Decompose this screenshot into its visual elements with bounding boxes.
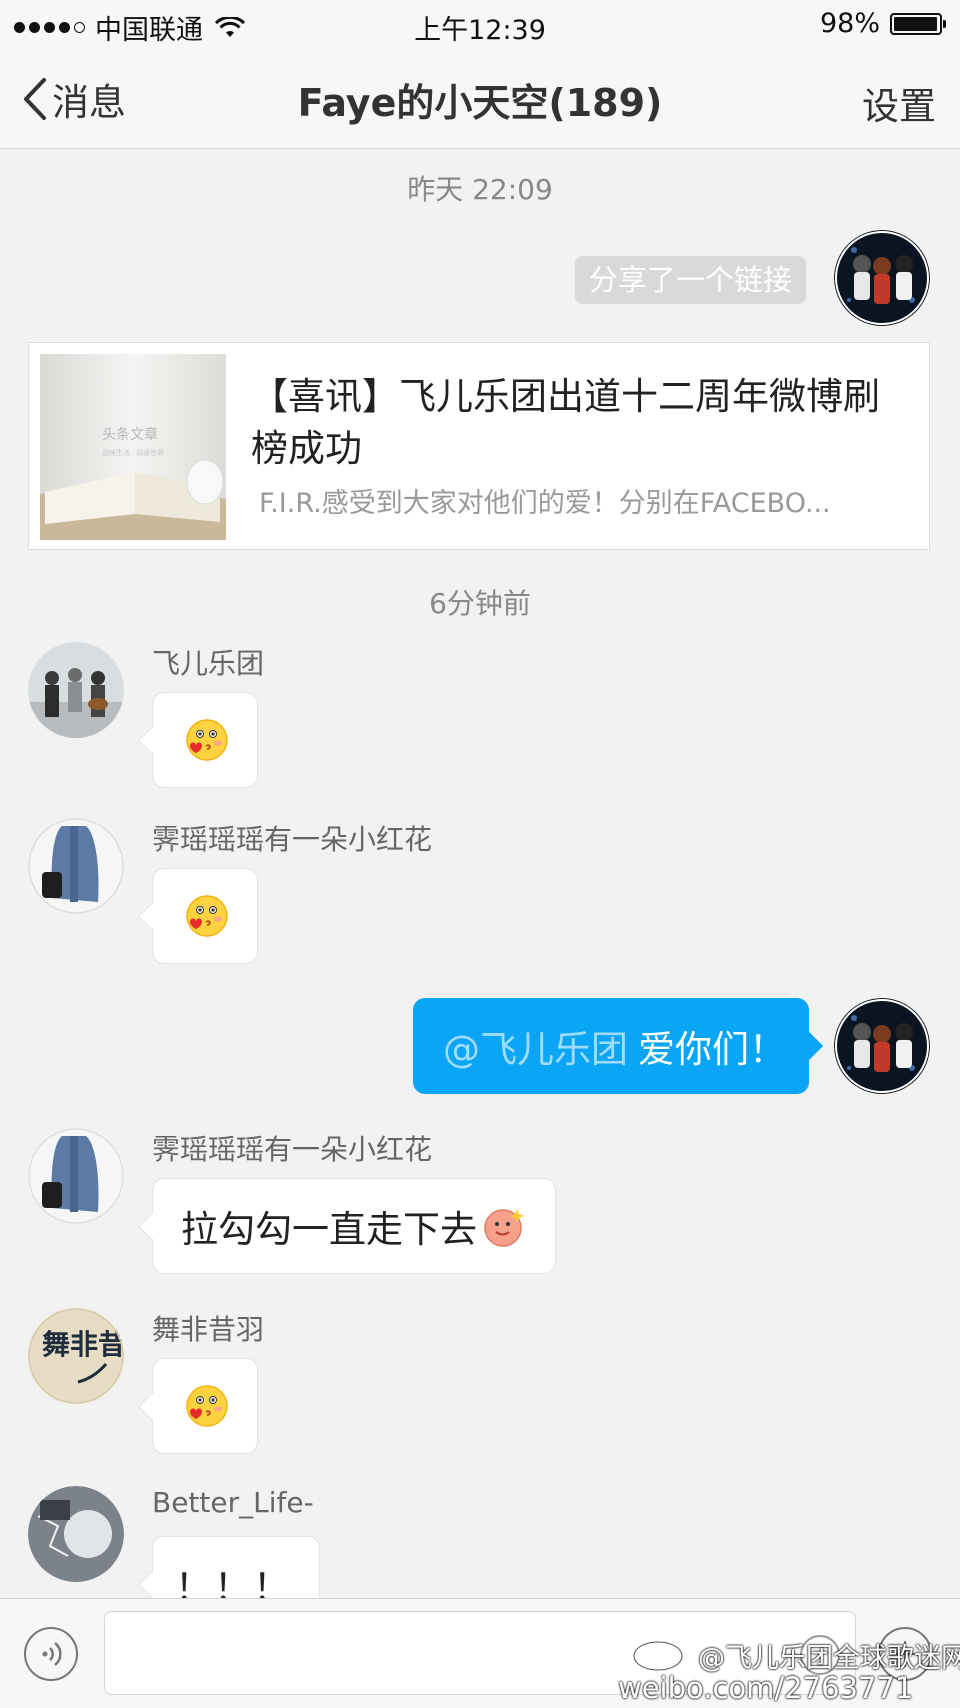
message-bubble[interactable] [152,868,258,964]
share-link-tag: 分享了一个链接 [575,256,807,304]
blush-kiss-emoji-icon [186,895,228,937]
sender-avatar[interactable] [28,1486,124,1582]
thumb-caption: 头条文章 [102,426,158,442]
weibo-watermark: @飞儿乐团全球歌迷网 weibo.com/2763771 [618,1628,960,1707]
blush-kiss-emoji-icon [186,1385,228,1427]
mention-link[interactable]: @飞儿乐团 [443,1019,628,1073]
battery-icon [890,12,946,35]
sender-avatar[interactable] [28,818,124,914]
link-description: F.I.R.感受到大家对他们的爱！分别在FACEBO... [259,488,831,519]
sender-name: 霁瑶瑶瑶有一朵小红花 [152,1133,433,1166]
timestamp: 6分钟前 [429,587,531,620]
watermark-url: weibo.com/2763771 [618,1671,914,1705]
message-bubble[interactable] [152,692,258,788]
message-bubble[interactable] [152,1358,258,1454]
battery-group: 98% [819,8,946,39]
sender-avatar[interactable]: 舞非昔羽 [28,1308,124,1404]
weibo-logo-icon [632,1632,692,1672]
my-avatar[interactable] [834,230,930,326]
message-text: 拉勾勾一直走下去 [181,1208,477,1251]
sender-avatar[interactable] [28,642,124,738]
link-thumbnail: 头条文章 品味生活 · 阅读世界 [40,354,226,540]
sender-avatar[interactable] [28,1128,124,1224]
sender-name: 飞儿乐团 [152,647,265,680]
sender-name: Better_Life- [152,1486,314,1519]
avatar-calligraphy: 舞非昔羽 [42,1328,124,1361]
blush-kiss-emoji-icon [186,719,228,761]
settings-button[interactable]: 设置 [862,76,936,130]
link-title: 【喜讯】飞儿乐团出道十二周年微博刷榜成功 [251,375,880,470]
status-bar: 中国联通 上午12:39 98% [0,0,960,48]
battery-percent: 98% [819,8,880,39]
navigation-bar: 消息 Faye的小天空(189) 设置 [0,48,960,149]
message-bubble[interactable]: 拉勾勾一直走下去 [152,1178,556,1274]
timestamp: 昨天 22:09 [407,173,553,206]
watermark-handle: @飞儿乐团全球歌迷网 [698,1643,960,1674]
shared-link-card[interactable]: 头条文章 品味生活 · 阅读世界 【喜讯】飞儿乐团出道十二周年微博刷榜成功 F.… [28,342,930,550]
sender-name: 舞非昔羽 [152,1313,265,1346]
chat-title: Faye的小天空(189) [297,81,663,125]
my-message-bubble[interactable]: @飞儿乐团 爱你们！ [413,998,809,1094]
thumb-subcaption: 品味生活 · 阅读世界 [102,448,164,457]
voice-icon [42,1642,62,1666]
voice-input-button[interactable] [24,1627,78,1681]
pinky-promise-emoji-icon [484,1209,524,1247]
message-text: 爱你们！ [638,1028,786,1071]
clock: 上午12:39 [414,15,546,46]
sender-name: 霁瑶瑶瑶有一朵小红花 [152,823,433,856]
my-avatar[interactable] [834,998,930,1094]
